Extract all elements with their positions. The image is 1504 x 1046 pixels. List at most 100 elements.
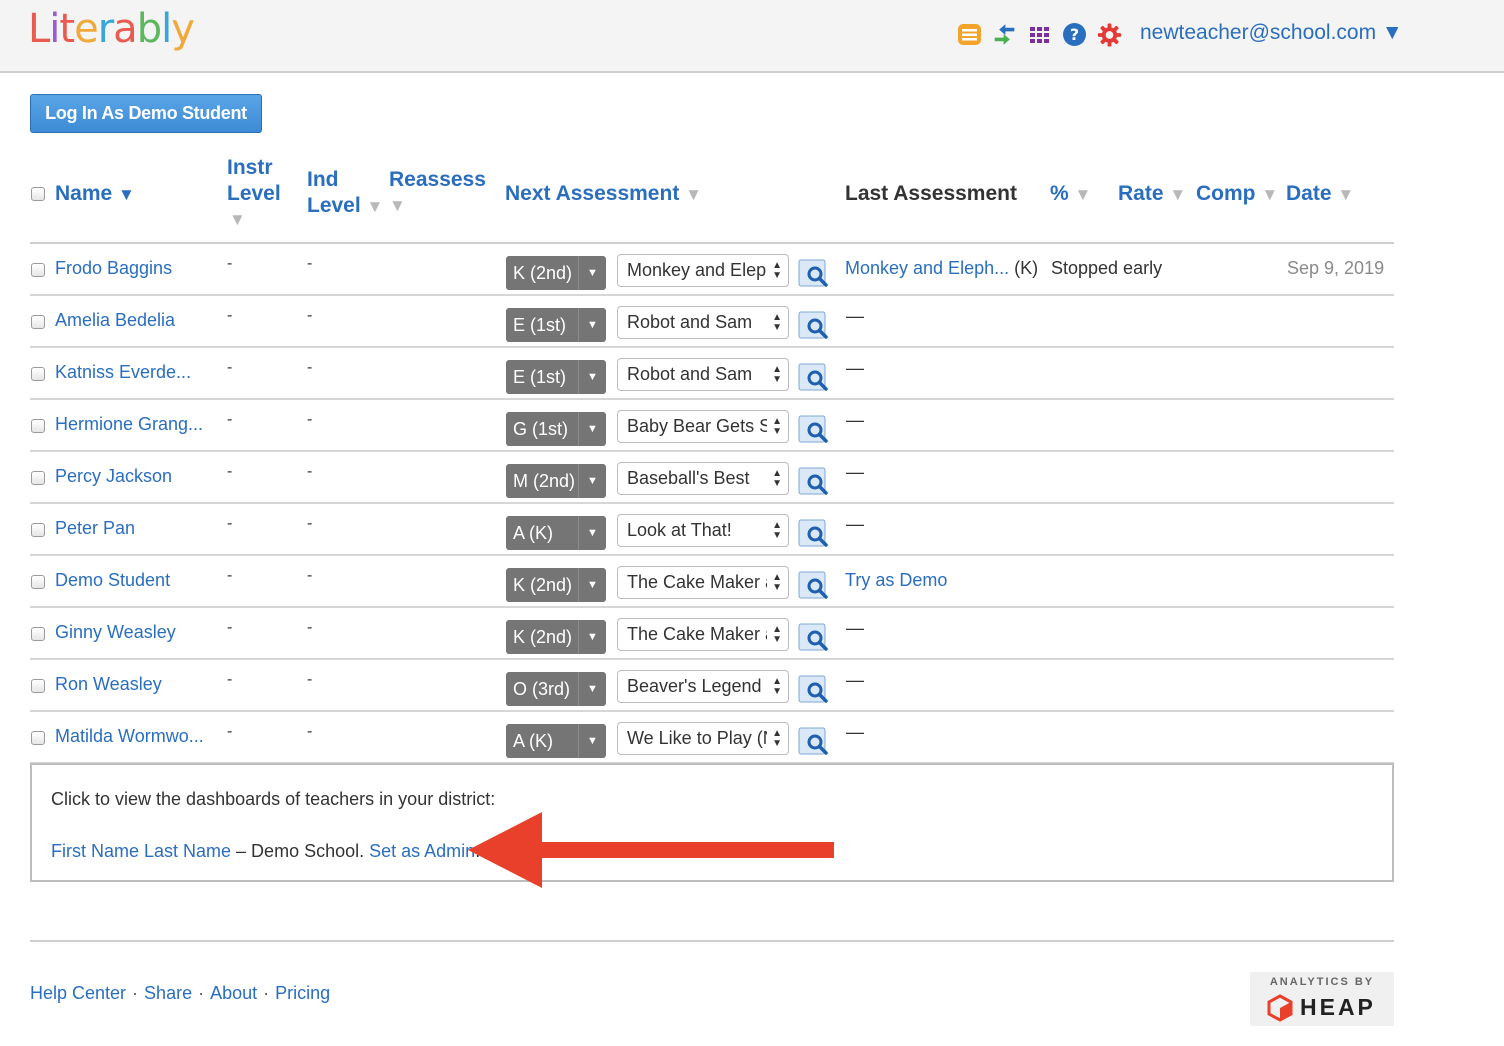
literably-logo[interactable]: Literably <box>28 6 195 52</box>
student-name-link[interactable]: Peter Pan <box>55 518 135 539</box>
level-select-value: K (2nd) <box>513 627 573 647</box>
footer-link-share[interactable]: Share <box>144 983 192 1003</box>
book-select[interactable]: Baseball's Best ▲ ▼ <box>617 462 789 495</box>
column-comp[interactable]: Comp ▼ <box>1196 181 1278 208</box>
student-name-link[interactable]: Matilda Wormwo... <box>55 726 204 747</box>
book-select[interactable]: Look at That! ▲ ▼ <box>617 514 789 547</box>
log-in-as-demo-student-button[interactable]: Log In As Demo Student <box>30 94 262 133</box>
instr-level-value: - <box>227 671 233 688</box>
select-arrows-icon: ▲ ▼ <box>772 416 782 437</box>
list-icon[interactable] <box>957 22 982 47</box>
school-text: – Demo School. <box>231 841 370 861</box>
book-select-value: Look at That! <box>627 520 732 540</box>
help-icon[interactable]: ? <box>1062 22 1087 47</box>
last-assessment-empty: — <box>846 670 864 690</box>
grid-icon[interactable] <box>1027 22 1052 47</box>
footer-link-help-center[interactable]: Help Center <box>30 983 126 1003</box>
ind-level-value: - <box>307 567 313 584</box>
level-select[interactable]: K (2nd) ▼ <box>506 620 606 654</box>
preview-search-icon[interactable] <box>798 465 830 497</box>
sort-icon: ▼ <box>1337 185 1355 204</box>
level-select[interactable]: E (1st) ▼ <box>506 308 606 342</box>
level-select[interactable]: M (2nd) ▼ <box>506 464 606 498</box>
row-checkbox[interactable] <box>31 679 45 693</box>
level-select[interactable]: A (K) ▼ <box>506 724 606 758</box>
column-ind-level[interactable]: Ind Level ▼ <box>307 167 383 220</box>
preview-search-icon[interactable] <box>798 673 830 705</box>
row-checkbox[interactable] <box>31 471 45 485</box>
column-next-assessment[interactable]: Next Assessment ▼ <box>505 181 702 208</box>
column-percent[interactable]: % ▼ <box>1050 181 1091 208</box>
chevron-down-icon: ▼ <box>578 568 606 602</box>
settings-icon[interactable] <box>1097 22 1122 47</box>
district-teacher-line: First Name Last Name – Demo School. Set … <box>51 841 480 862</box>
row-checkbox[interactable] <box>31 575 45 589</box>
select-arrows-icon: ▲ ▼ <box>772 312 782 333</box>
student-name-link[interactable]: Amelia Bedelia <box>55 310 175 331</box>
student-name-link[interactable]: Frodo Baggins <box>55 258 172 279</box>
preview-search-icon[interactable] <box>798 569 830 601</box>
ind-level-value: - <box>307 359 313 376</box>
row-checkbox[interactable] <box>31 263 45 277</box>
column-rate[interactable]: Rate ▼ <box>1118 181 1186 208</box>
footer-link-pricing[interactable]: Pricing <box>275 983 330 1003</box>
column-reassess[interactable]: Reassess ▼ <box>389 167 486 219</box>
preview-search-icon[interactable] <box>798 725 830 757</box>
instr-level-value: - <box>227 723 233 740</box>
book-select[interactable]: Robot and Sam ▲ ▼ <box>617 358 789 391</box>
preview-search-icon[interactable] <box>798 361 830 393</box>
level-select[interactable]: A (K) ▼ <box>506 516 606 550</box>
select-all-checkbox[interactable] <box>31 187 45 201</box>
last-assessment-link[interactable]: Monkey and Eleph... <box>845 258 1009 278</box>
column-date[interactable]: Date ▼ <box>1286 181 1354 208</box>
student-name-link[interactable]: Percy Jackson <box>55 466 172 487</box>
last-assessment: Try as Demo <box>845 570 947 591</box>
heap-analytics-badge[interactable]: ANALYTICS BY HEAP <box>1250 972 1394 1026</box>
level-select[interactable]: O (3rd) ▼ <box>506 672 606 706</box>
logo-letter: b <box>136 6 162 52</box>
last-assessment-empty: — <box>846 618 864 638</box>
row-checkbox[interactable] <box>31 367 45 381</box>
preview-search-icon[interactable] <box>798 517 830 549</box>
book-select[interactable]: Beaver's Legend ▲ ▼ <box>617 670 789 703</box>
student-name-link[interactable]: Ron Weasley <box>55 674 162 695</box>
last-assessment-link[interactable]: Try as Demo <box>845 570 947 590</box>
sync-icon[interactable] <box>992 22 1017 47</box>
book-select[interactable]: The Cake Maker and▲▼ <box>617 618 789 651</box>
row-checkbox[interactable] <box>31 731 45 745</box>
row-checkbox[interactable] <box>31 419 45 433</box>
chevron-down-icon: ▼ <box>578 360 606 394</box>
level-select[interactable]: G (1st) ▼ <box>506 412 606 446</box>
student-name-link[interactable]: Ginny Weasley <box>55 622 176 643</box>
book-select[interactable]: Baby Bear Gets Stuck▲▼ <box>617 410 789 443</box>
student-name-link[interactable]: Demo Student <box>55 570 170 591</box>
row-checkbox[interactable] <box>31 523 45 537</box>
level-select[interactable]: K (2nd) ▼ <box>506 568 606 602</box>
table-row: Percy Jackson - - M (2nd) ▼ Baseball's Best ▲ ▼… <box>30 452 1394 504</box>
preview-search-icon[interactable] <box>798 257 830 289</box>
district-intro-text: Click to view the dashboards of teachers… <box>51 789 496 809</box>
heap-by-label: ANALYTICS BY <box>1269 976 1375 988</box>
column-instr-level[interactable]: Instr Level ▼ <box>227 155 281 233</box>
footer-link-about[interactable]: About <box>210 983 257 1003</box>
preview-search-icon[interactable] <box>798 413 830 445</box>
student-name-link[interactable]: Katniss Everde... <box>55 362 191 383</box>
column-ind-label-2: Level <box>307 194 361 217</box>
book-select[interactable]: Robot and Sam ▲ ▼ <box>617 306 789 339</box>
teacher-name-link[interactable]: First Name Last Name <box>51 841 231 861</box>
level-select[interactable]: K (2nd) ▼ <box>506 256 606 290</box>
row-checkbox[interactable] <box>31 627 45 641</box>
account-menu[interactable]: newteacher@school.com ▼ <box>1140 21 1403 45</box>
toolbar-icons: ? <box>957 22 1122 47</box>
preview-search-icon[interactable] <box>798 621 830 653</box>
preview-search-icon[interactable] <box>798 309 830 341</box>
student-name-link[interactable]: Hermione Grang... <box>55 414 203 435</box>
book-select[interactable]: We Like to Play (N ▲ ▼ <box>617 722 789 755</box>
set-as-admin-link[interactable]: Set as Admin <box>369 841 475 861</box>
column-name[interactable]: Name ▼ <box>55 181 135 208</box>
book-select[interactable]: Monkey and Elephant▲▼ <box>617 254 789 287</box>
book-select[interactable]: The Cake Maker and▲▼ <box>617 566 789 599</box>
row-checkbox[interactable] <box>31 315 45 329</box>
level-select[interactable]: E (1st) ▼ <box>506 360 606 394</box>
column-instr-label-1: Instr <box>227 156 273 179</box>
